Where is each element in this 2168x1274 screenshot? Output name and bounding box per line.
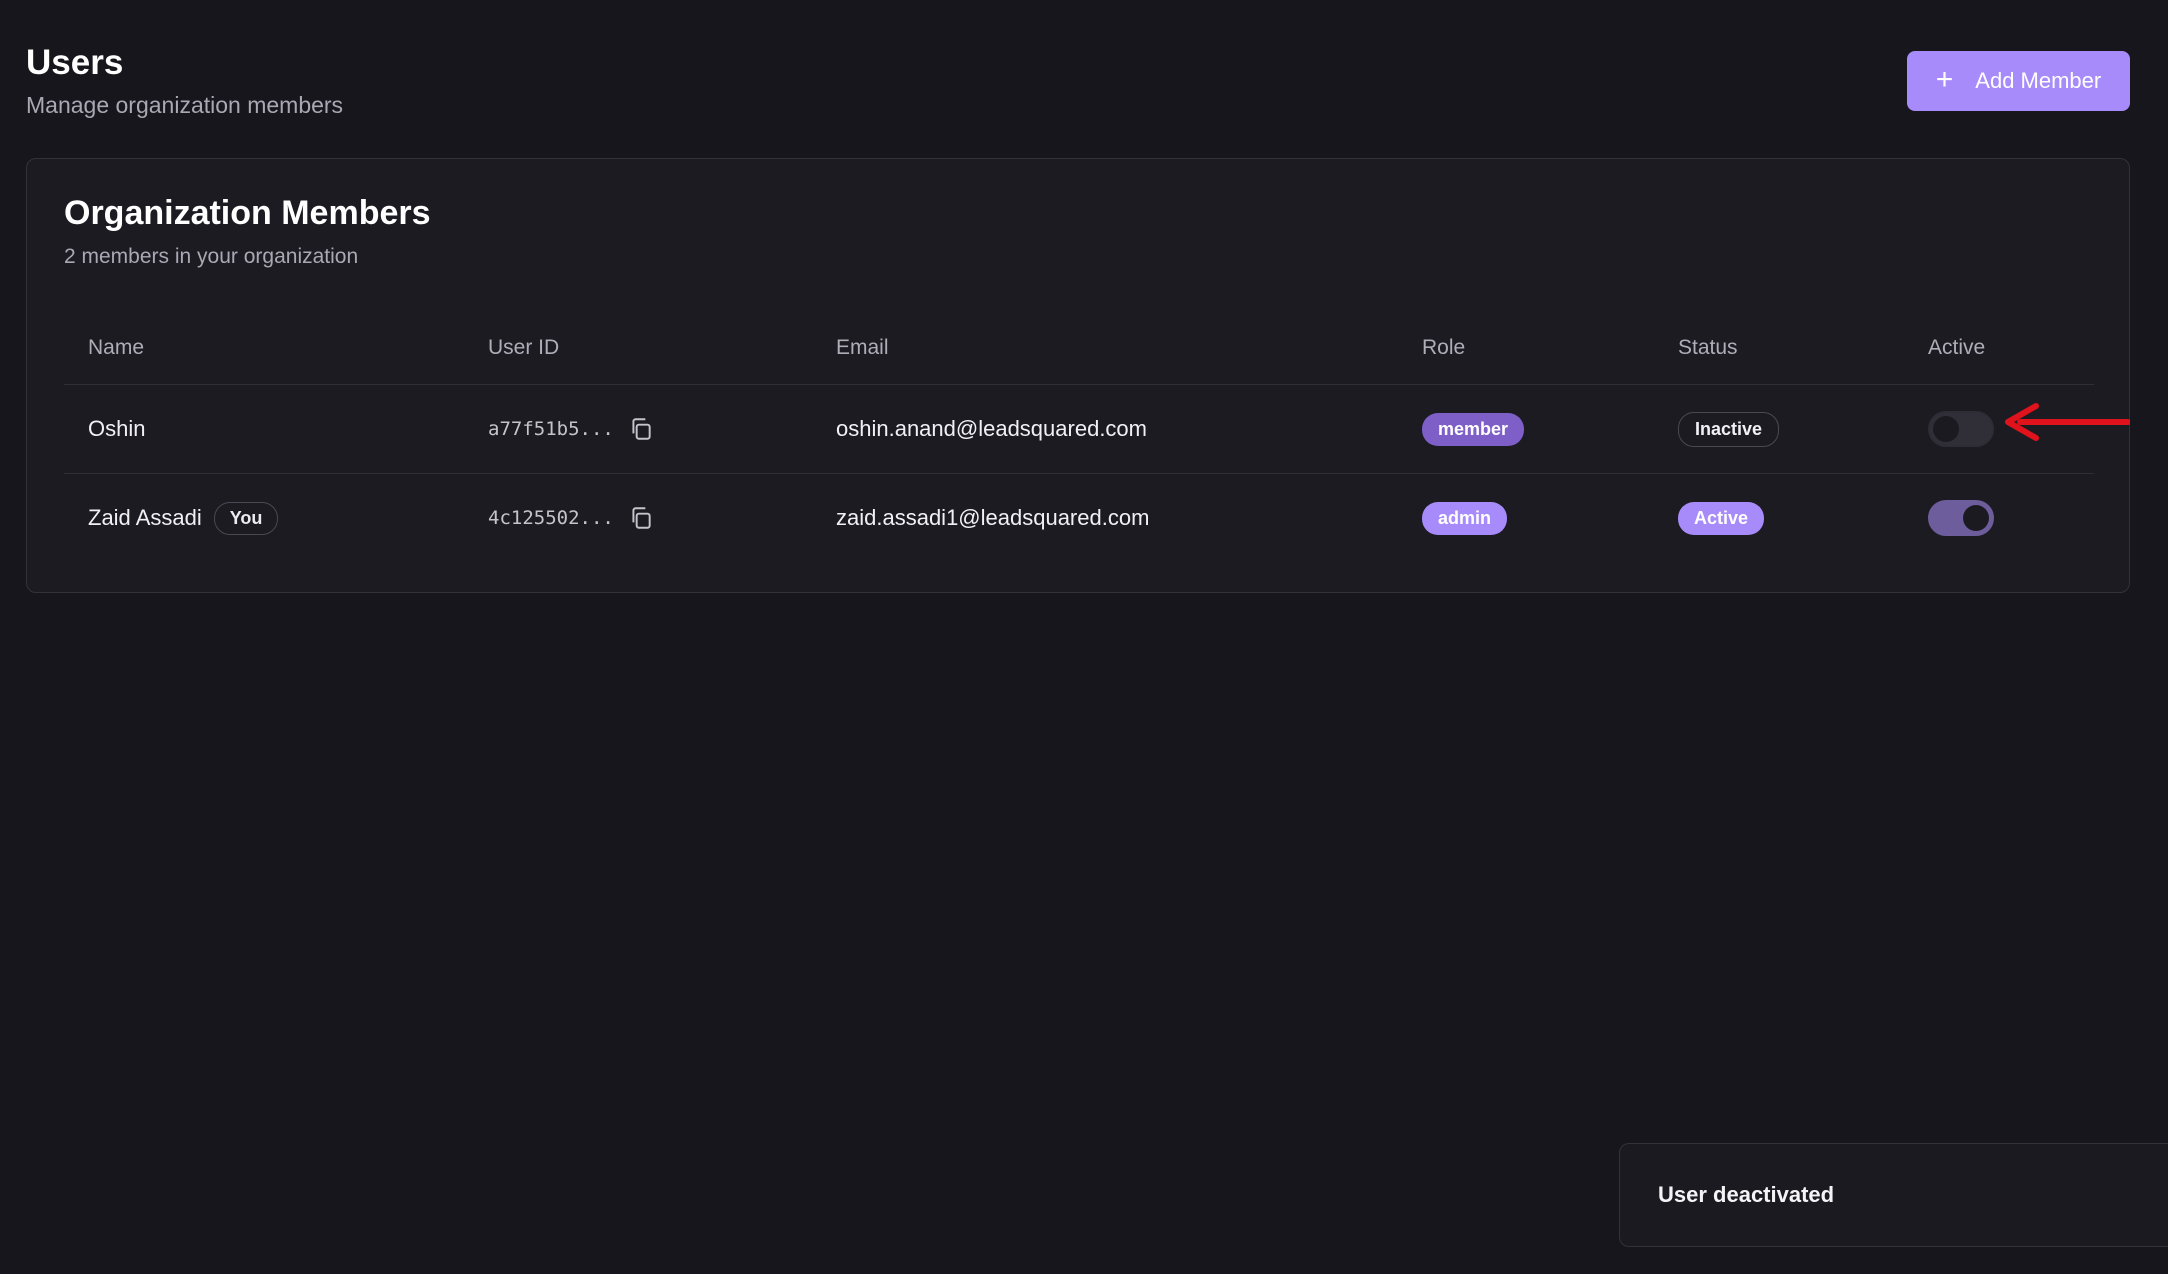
users-page: Users Manage organization members + Add …: [0, 0, 2168, 1274]
toast-notification: User deactivated: [1619, 1143, 2168, 1247]
role-badge: admin: [1422, 501, 1508, 535]
add-member-label: Add Member: [1975, 68, 2102, 93]
column-header-user-id: User ID: [488, 336, 560, 359]
toast-message: User deactivated: [1658, 1182, 1835, 1207]
user-id: 4c125502...: [488, 507, 614, 529]
plus-icon: +: [1935, 62, 1954, 96]
email-cell: oshin.anand@leadsquared.com: [836, 385, 1147, 473]
role-badge: member: [1422, 412, 1525, 446]
role-cell: admin: [1422, 474, 1508, 562]
card-subtitle: 2 members in your organization: [64, 245, 359, 268]
member-name-cell: Oshin: [88, 385, 145, 473]
column-header-email: Email: [836, 336, 889, 359]
email-cell: zaid.assadi1@leadsquared.com: [836, 474, 1149, 562]
page-subtitle: Manage organization members: [26, 92, 344, 118]
member-name: Zaid Assadi: [88, 505, 202, 530]
active-toggle[interactable]: [1928, 500, 1994, 536]
status-cell: Inactive: [1678, 385, 1780, 473]
copy-icon[interactable]: [628, 416, 654, 442]
status-cell: Active: [1678, 474, 1765, 562]
members-table: Name User ID Email Role Status Active Os…: [64, 311, 2094, 563]
user-id: a77f51b5...: [488, 418, 614, 440]
card-title: Organization Members: [64, 194, 431, 232]
status-badge: Inactive: [1678, 411, 1780, 447]
add-member-button[interactable]: + Add Member: [1907, 51, 2130, 111]
column-header-name: Name: [88, 336, 145, 359]
column-header-status: Status: [1678, 336, 1738, 359]
table-row: Oshin a77f51b5... oshin.anand@leadsquare…: [64, 385, 2094, 474]
toggle-knob: [1933, 416, 1959, 442]
table-row: Zaid Assadi You 4c125502... zaid.assadi1…: [64, 474, 2094, 563]
page-title: Users: [26, 43, 124, 82]
member-email: zaid.assadi1@leadsquared.com: [836, 505, 1150, 530]
you-badge: You: [213, 501, 279, 535]
arrow-left-icon: [2005, 403, 2130, 441]
page-header: Users Manage organization members + Add …: [26, 40, 2130, 130]
user-id-cell: 4c125502...: [488, 474, 654, 562]
column-header-role: Role: [1422, 336, 1466, 359]
status-badge: Active: [1678, 501, 1765, 535]
organization-members-card: Organization Members 2 members in your o…: [26, 158, 2130, 593]
role-cell: member: [1422, 385, 1525, 473]
active-cell: [1928, 385, 1994, 473]
copy-icon[interactable]: [628, 505, 654, 531]
user-id-cell: a77f51b5...: [488, 385, 654, 473]
active-toggle[interactable]: [1928, 411, 1994, 447]
column-header-active: Active: [1928, 336, 1986, 359]
active-cell: [1928, 474, 1994, 562]
toggle-knob: [1963, 505, 1989, 531]
member-name-cell: Zaid Assadi You: [88, 474, 279, 562]
table-header: Name User ID Email Role Status Active: [64, 311, 2094, 385]
member-email: oshin.anand@leadsquared.com: [836, 416, 1147, 441]
member-name: Oshin: [88, 416, 146, 441]
